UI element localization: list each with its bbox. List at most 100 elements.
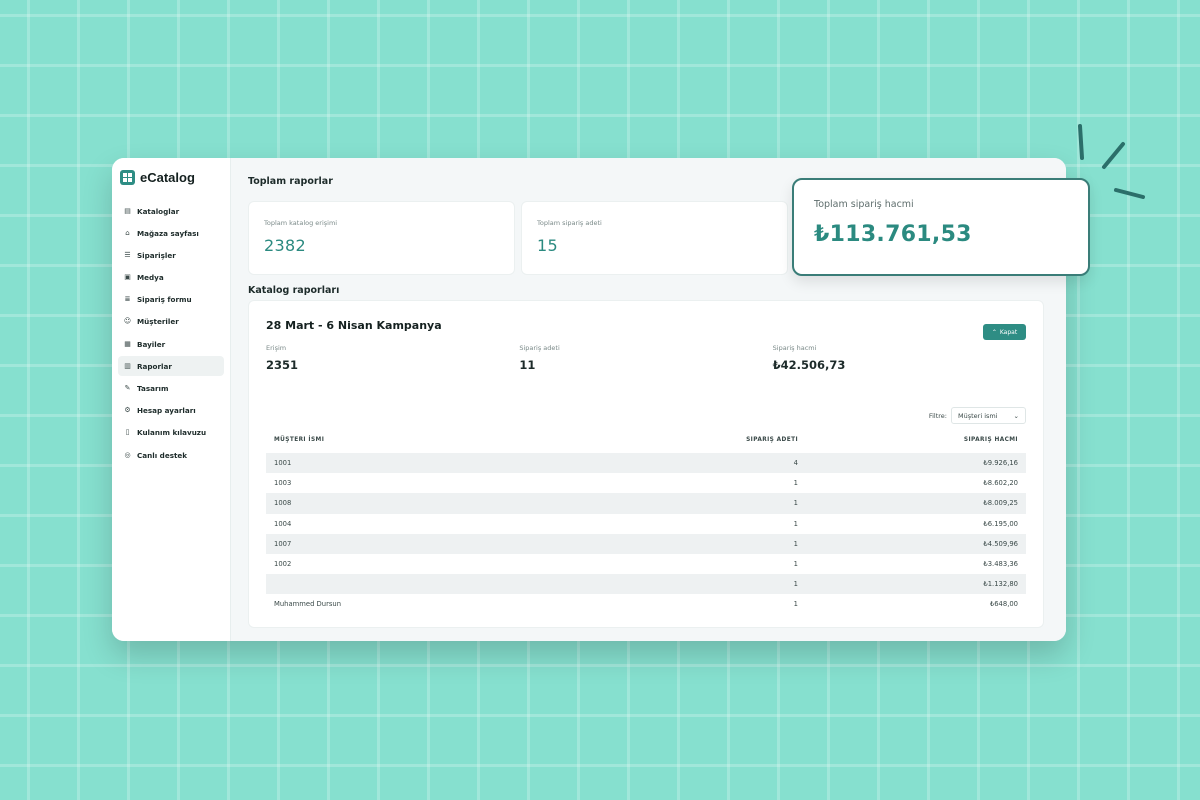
cell-order-volume: ₺8.009,25: [983, 499, 1018, 508]
guide-icon: ▯: [125, 428, 130, 437]
sidebar-item-label: Medya: [137, 273, 164, 283]
cell-order-volume: ₺3.483,36: [983, 560, 1018, 569]
metric-label: Sipariş hacmi: [772, 344, 817, 352]
cell-order-count: 1: [793, 499, 798, 508]
filter-select[interactable]: Müşteri ismi ⌄: [951, 407, 1026, 424]
close-button-label: Kapat: [999, 328, 1018, 336]
metric-label: Erişim: [266, 344, 287, 352]
table-row[interactable]: Muhammed Dursun 1 ₺648,00: [266, 594, 1026, 614]
stat-card-order-count: Toplam sipariş adeti 15: [521, 201, 788, 275]
table-row[interactable]: 1001 4 ₺9.926,16: [266, 453, 1026, 474]
orders-icon: ☰: [124, 250, 131, 259]
image-icon: ▣: [124, 273, 131, 282]
metric-access: Erişim 2351: [266, 344, 519, 372]
sidebar-item-kullanim-kilavuzu[interactable]: ▯ Kulanım kılavuzu: [118, 423, 224, 443]
sidebar-item-label: Raporlar: [137, 361, 172, 371]
ecatalog-logo-icon: [120, 170, 135, 185]
metric-value: 11: [519, 358, 536, 372]
sidebar: eCatalog ▤ Kataloglar ⌂ Mağaza sayfası ☰…: [112, 158, 231, 641]
stat-label: Toplam katalog erişimi: [264, 219, 338, 227]
sidebar-item-canli-destek[interactable]: ◎ Canlı destek: [118, 445, 224, 465]
cell-order-volume: ₺6.195,00: [983, 519, 1018, 528]
metric-value: ₺42.506,73: [772, 358, 846, 372]
catalog-reports-title: Katalog raporları: [248, 285, 340, 296]
sidebar-item-raporlar[interactable]: ▥ Raporlar: [118, 356, 224, 377]
sidebar-item-siparisler[interactable]: ☰ Siparişler: [118, 245, 224, 265]
cell-order-count: 1: [793, 539, 798, 548]
sidebar-item-tasarim[interactable]: ✎ Tasarım: [118, 379, 224, 399]
customer-orders-table: MÜŞTERI İSMI SIPARIŞ ADETI SIPARIŞ HACMI…: [266, 427, 1026, 615]
form-icon: ≣: [124, 295, 131, 304]
highlight-value: ₺113.761,53: [814, 222, 972, 247]
filter-row: Filtre: Müşteri ismi ⌄: [266, 407, 1026, 424]
table-row[interactable]: 1003 1 ₺8.602,20: [266, 473, 1026, 493]
total-order-volume-card: Toplam sipariş hacmi ₺113.761,53: [792, 178, 1090, 276]
sidebar-item-label: Sipariş formu: [137, 295, 192, 305]
chevron-up-icon: ⌃: [991, 328, 997, 336]
table-row[interactable]: 1008 1 ₺8.009,25: [266, 493, 1026, 514]
app-name: eCatalog: [140, 170, 195, 185]
store-icon: ⌂: [125, 228, 130, 237]
chevron-down-icon: ⌄: [1013, 411, 1019, 420]
cell-customer: 1002: [274, 560, 292, 569]
logo[interactable]: eCatalog: [118, 170, 224, 185]
table-row[interactable]: 1002 1 ₺3.483,36: [266, 554, 1026, 574]
filter-selected-value: Müşteri ismi: [958, 411, 998, 420]
support-icon: ◎: [124, 450, 131, 459]
filter-label: Filtre:: [928, 411, 947, 420]
cell-order-volume: ₺648,00: [989, 600, 1018, 609]
cell-customer: 1001: [274, 459, 292, 468]
book-icon: ▤: [124, 206, 131, 215]
cell-order-count: 4: [793, 459, 798, 468]
sidebar-item-label: Tasarım: [137, 384, 169, 393]
settings-icon: ⚙: [124, 406, 131, 415]
campaign-title: 28 Mart - 6 Nisan Kampanya: [266, 319, 442, 332]
sidebar-item-label: Hesap ayarları: [137, 406, 196, 416]
sidebar-item-label: Siparişler: [137, 250, 176, 260]
sidebar-item-label: Mağaza sayfası: [137, 228, 199, 238]
table-row[interactable]: 1 ₺1.132,80: [266, 574, 1026, 595]
table-row[interactable]: 1007 1 ₺4.509,96: [266, 533, 1026, 554]
metric-value: 2351: [266, 358, 299, 372]
column-header-customer[interactable]: MÜŞTERI İSMI: [274, 437, 534, 443]
campaign-metrics: Erişim 2351 Sipariş adeti 11 Sipariş hac…: [266, 344, 1026, 372]
highlight-label: Toplam sipariş hacmi: [814, 199, 914, 210]
sidebar-item-kataloglar[interactable]: ▤ Kataloglar: [118, 201, 224, 221]
cell-customer: 1008: [274, 499, 292, 508]
close-button[interactable]: ⌃ Kapat: [983, 324, 1026, 340]
column-header-order-count[interactable]: SIPARIŞ ADETI: [534, 437, 798, 443]
sidebar-item-magaza-sayfasi[interactable]: ⌂ Mağaza sayfası: [118, 223, 224, 243]
stat-value: 2382: [264, 236, 306, 255]
table-row[interactable]: 1004 1 ₺6.195,00: [266, 514, 1026, 534]
sidebar-item-label: Kulanım kılavuzu: [137, 428, 207, 438]
cell-order-volume: ₺8.602,20: [983, 479, 1018, 488]
cell-order-volume: ₺4.509,96: [983, 539, 1018, 548]
sidebar-item-label: Kataloglar: [137, 206, 180, 216]
campaign-report-card: 28 Mart - 6 Nisan Kampanya ⌃ Kapat Erişi…: [248, 300, 1044, 628]
cell-order-count: 1: [793, 580, 798, 589]
sidebar-item-musteriler[interactable]: ☺ Müşteriler: [118, 312, 224, 332]
sidebar-item-bayiler[interactable]: ▦ Bayiler: [118, 334, 224, 354]
report-icon: ▥: [124, 361, 131, 370]
cell-customer: 1003: [274, 479, 292, 488]
sidebar-item-hesap-ayarlari[interactable]: ⚙ Hesap ayarları: [118, 401, 224, 421]
sidebar-item-label: Bayiler: [137, 339, 166, 349]
cell-order-count: 1: [793, 600, 798, 609]
stat-value: 15: [537, 236, 558, 255]
sidebar-item-siparis-formu[interactable]: ≣ Sipariş formu: [118, 290, 224, 310]
column-header-order-volume[interactable]: SIPARIŞ HACMI: [798, 437, 1018, 443]
stat-label: Toplam sipariş adeti: [537, 219, 602, 227]
sidebar-item-medya[interactable]: ▣ Medya: [118, 268, 224, 288]
cell-order-volume: ₺9.926,16: [983, 459, 1018, 468]
metric-order-count: Sipariş adeti 11: [519, 344, 772, 372]
cell-customer: 1004: [274, 519, 292, 528]
users-icon: ☺: [123, 317, 132, 326]
cell-order-count: 1: [793, 479, 798, 488]
cell-order-count: 1: [793, 560, 798, 569]
dealers-icon: ▦: [124, 339, 131, 348]
cell-customer: 1007: [274, 539, 292, 548]
table-header: MÜŞTERI İSMI SIPARIŞ ADETI SIPARIŞ HACMI: [266, 427, 1026, 453]
sidebar-item-label: Müşteriler: [137, 317, 179, 327]
metric-label: Sipariş adeti: [519, 344, 560, 352]
stat-card-catalog-access: Toplam katalog erişimi 2382: [248, 201, 515, 275]
